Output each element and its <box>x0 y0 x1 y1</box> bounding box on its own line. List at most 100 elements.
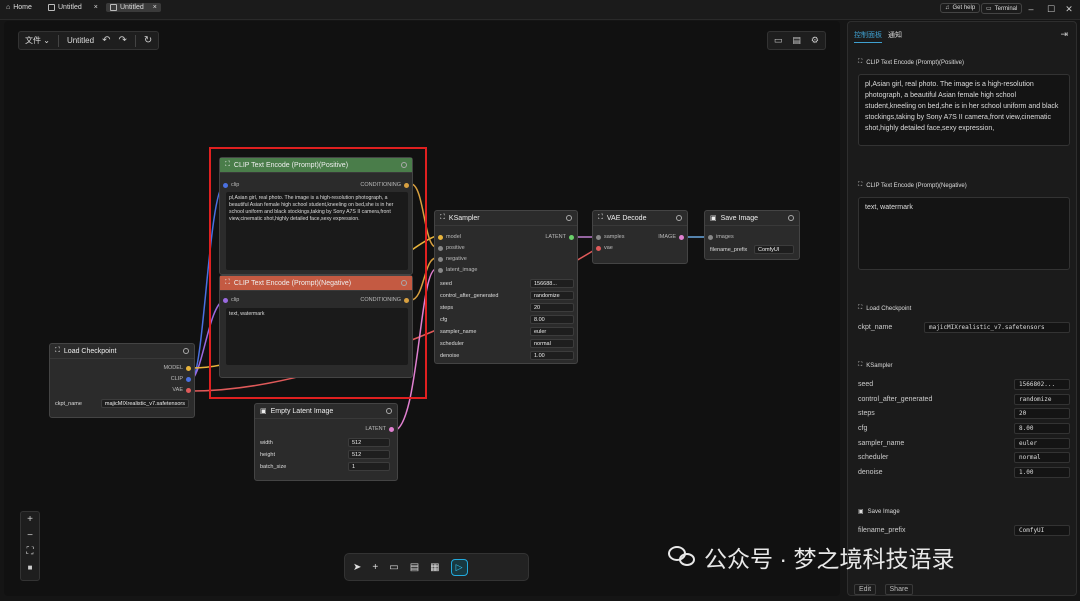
lock-icon[interactable]: ■ <box>21 560 39 576</box>
node-icon: ⛶ <box>858 362 863 368</box>
edit-button[interactable]: Edit <box>854 584 877 595</box>
input-slot-samples[interactable]: samples <box>596 234 624 240</box>
node-icon: ⛶ <box>858 305 863 311</box>
wechat-watermark: 公众号 · 梦之境科技语录 <box>668 540 954 574</box>
node-header[interactable]: ▣ Empty Latent Image <box>255 404 397 419</box>
width-widget[interactable]: width 512 <box>260 438 390 447</box>
terminal-button[interactable]: ▭ Terminal <box>981 3 1023 14</box>
scheduler-widget[interactable]: scheduler normal <box>440 339 574 348</box>
input-slot-images[interactable]: images <box>708 234 734 240</box>
steps-row: steps 20 <box>858 406 1070 421</box>
workflow-icon <box>48 4 55 11</box>
node-header[interactable]: ⛶ Load Checkpoint <box>50 344 194 359</box>
batch-size-widget[interactable]: batch_size 1 <box>260 462 390 471</box>
node-header[interactable]: ⛶ KSampler <box>435 211 577 226</box>
node-icon: ⛶ <box>598 214 603 221</box>
terminal-icon: ▭ <box>986 6 992 12</box>
output-slot-image[interactable]: IMAGE <box>658 234 684 240</box>
maximize-icon[interactable]: ☐ <box>1046 4 1056 14</box>
load-checkpoint-node[interactable]: ⛶ Load Checkpoint MODEL CLIP VAE ckpt_nam… <box>49 343 195 418</box>
close-window-icon[interactable]: ✕ <box>1064 4 1074 14</box>
node-icon: ⛶ <box>440 214 445 221</box>
steps-widget[interactable]: steps 20 <box>440 303 574 312</box>
wechat-logo-icon <box>668 546 698 568</box>
info-icon[interactable] <box>788 215 794 221</box>
control-panel-sidebar: 控制面板 通知 ⇥ ⛶ CLIP Text Encode (Prompt)(Pos… <box>847 21 1077 596</box>
slot-dot <box>596 245 601 251</box>
ckpt-widget[interactable]: ckpt_name majicMIXrealistic_v7.safetensor… <box>55 399 189 408</box>
seed-widget[interactable]: seed 156688... <box>440 279 574 288</box>
terminal-panel-icon[interactable]: ▭ <box>389 562 398 573</box>
workflow-tab[interactable]: Untitled × <box>48 4 98 11</box>
slot-dot <box>186 387 191 393</box>
title-bar: ⌂ Home Untitled × Untitled × ♫ Get help ▭ Ter… <box>0 0 1080 20</box>
image-icon: ▣ <box>858 509 864 515</box>
filename-row: filename_prefix ComfyUI <box>858 523 1070 538</box>
info-icon[interactable] <box>676 215 682 221</box>
slot-dot <box>389 426 394 432</box>
info-icon[interactable] <box>566 215 572 221</box>
denoise-widget[interactable]: denoise 1.00 <box>440 351 574 360</box>
info-icon[interactable] <box>386 408 392 414</box>
negative-prompt-field[interactable]: text, watermark <box>858 197 1070 270</box>
sidebar-save-section: ▣ Save Image filename_prefix ComfyUI <box>858 508 1070 538</box>
control-widget[interactable]: control_after_generated randomize <box>440 291 574 300</box>
input-slot-negative[interactable]: negative <box>438 256 467 262</box>
add-node-icon[interactable]: + <box>372 562 378 573</box>
output-slot-latent[interactable]: LATENT <box>545 234 574 240</box>
sidebar-checkpoint-section: ⛶ Load Checkpoint ckpt_name majicMIXrealis… <box>858 305 1070 335</box>
node-icon: ⛶ <box>858 182 863 188</box>
tab-notifications[interactable]: 通知 <box>888 30 902 43</box>
get-help-button[interactable]: ♫ Get help <box>940 3 981 13</box>
zoom-in-icon[interactable]: + <box>21 512 39 528</box>
output-slot-model[interactable]: MODEL <box>163 365 191 371</box>
seed-row: seed 1566802... <box>858 377 1070 392</box>
sampler-widget[interactable]: sampler_name euler <box>440 327 574 336</box>
nodes-panel-icon[interactable]: ▤ <box>410 562 419 573</box>
save-image-node[interactable]: ▣ Save Image images filename_prefix ComfyU… <box>704 210 800 260</box>
workflow-tab-active[interactable]: Untitled × <box>106 3 161 12</box>
slot-dot <box>438 256 443 262</box>
run-button[interactable]: ▷ <box>450 558 468 576</box>
filename-prefix-widget[interactable]: filename_prefix ComfyUI <box>710 245 794 254</box>
control-row: control_after_generated randomize <box>858 392 1070 407</box>
slot-dot <box>438 245 443 251</box>
select-tool-icon[interactable]: ➤ <box>353 562 361 573</box>
ckpt-row: ckpt_name majicMIXrealistic_v7.safetensor… <box>858 320 1070 335</box>
collapse-panel-icon[interactable]: ⇥ <box>1060 29 1068 40</box>
ksampler-node[interactable]: ⛶ KSampler model positive negative latent… <box>434 210 578 364</box>
vae-decode-node[interactable]: ⛶ VAE Decode samples vae IMAGE <box>592 210 688 264</box>
fit-view-icon[interactable]: ⛶ <box>21 544 39 560</box>
positive-prompt-field[interactable]: pl,Asian girl, real photo. The image is … <box>858 74 1070 146</box>
headset-icon: ♫ <box>945 5 950 11</box>
output-slot-vae[interactable]: VAE <box>172 387 191 393</box>
section-title: ⛶ KSampler <box>858 362 893 369</box>
node-header[interactable]: ▣ Save Image <box>705 211 799 226</box>
height-widget[interactable]: height 512 <box>260 450 390 459</box>
film-icon[interactable]: ▦ <box>430 562 439 573</box>
input-slot-model[interactable]: model <box>438 234 461 240</box>
node-icon: ⛶ <box>55 347 60 354</box>
denoise-row: denoise 1.00 <box>858 465 1070 480</box>
input-slot-positive[interactable]: positive <box>438 245 465 251</box>
scheduler-row: scheduler normal <box>858 450 1070 465</box>
sidebar-ksampler-section: ⛶ KSampler seed 1566802... control_after_g… <box>858 362 1070 480</box>
home-tab[interactable]: ⌂ Home <box>6 4 32 11</box>
cfg-widget[interactable]: cfg 8.00 <box>440 315 574 324</box>
info-icon[interactable] <box>183 348 189 354</box>
share-button[interactable]: Share <box>884 584 914 595</box>
highlight-box <box>209 147 427 399</box>
input-slot-latent-image[interactable]: latent_image <box>438 267 478 273</box>
minimize-icon[interactable]: – <box>1026 4 1036 14</box>
zoom-out-icon[interactable]: − <box>21 528 39 544</box>
node-header[interactable]: ⛶ VAE Decode <box>593 211 687 226</box>
empty-latent-node[interactable]: ▣ Empty Latent Image LATENT width 512 heig… <box>254 403 398 481</box>
close-tab-icon[interactable]: × <box>153 4 157 11</box>
output-slot-clip[interactable]: CLIP <box>171 376 191 382</box>
node-icon: ⛶ <box>858 59 863 65</box>
input-slot-vae[interactable]: vae <box>596 245 613 251</box>
tab-control-panel[interactable]: 控制面板 <box>854 30 882 43</box>
graph-canvas[interactable]: 文件 ⌄ Untitled ↶ ↷ ↻ ▭ ▤ ⚙ ⛶ CLIP Text Enc… <box>4 21 840 596</box>
output-slot-latent[interactable]: LATENT <box>365 426 394 432</box>
close-tab-icon[interactable]: × <box>94 4 98 11</box>
